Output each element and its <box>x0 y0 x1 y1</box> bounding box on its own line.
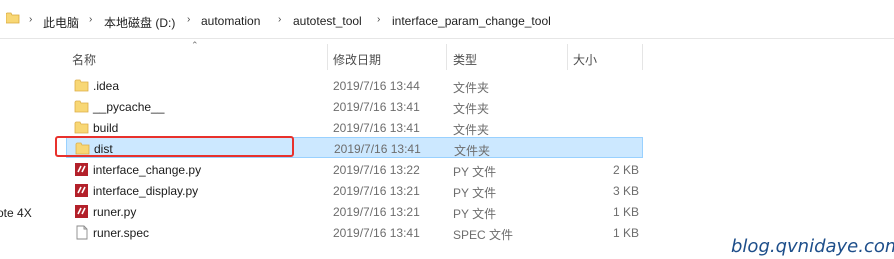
folder-icon <box>6 12 20 24</box>
address-bar[interactable]: › 此电脑 › 本地磁盘 (D:) › automation › autotes… <box>0 0 894 39</box>
file-name: build <box>93 121 119 135</box>
column-divider[interactable] <box>327 44 328 70</box>
file-size: 3 KB <box>612 184 639 198</box>
file-size: 1 KB <box>612 226 639 240</box>
file-size: 1 KB <box>612 205 639 219</box>
file-row[interactable]: runer.py 2019/7/16 13:21 PY 文件 1 KB <box>66 201 643 222</box>
column-divider[interactable] <box>642 44 643 70</box>
breadcrumb-separator[interactable]: › <box>89 14 92 25</box>
breadcrumb-drive-d[interactable]: 本地磁盘 (D:) <box>104 14 175 31</box>
column-header-type[interactable]: 类型 <box>453 51 477 68</box>
file-row[interactable]: runer.spec 2019/7/16 13:41 SPEC 文件 1 KB <box>66 222 643 243</box>
column-header: 名称 修改日期 类型 大小 <box>0 39 894 73</box>
file-date: 2019/7/16 13:44 <box>333 79 420 93</box>
file-row[interactable]: interface_change.py 2019/7/16 13:22 PY 文… <box>66 159 643 180</box>
file-name: __pycache__ <box>93 100 165 114</box>
breadcrumb-separator[interactable]: › <box>29 14 32 25</box>
folder-icon <box>74 79 89 92</box>
breadcrumb-separator[interactable]: › <box>278 14 281 25</box>
file-type: PY 文件 <box>453 207 497 221</box>
file-date: 2019/7/16 13:41 <box>333 226 420 240</box>
column-header-date[interactable]: 修改日期 <box>333 51 381 68</box>
file-type: PY 文件 <box>453 186 497 200</box>
file-row[interactable]: __pycache__ 2019/7/16 13:41 文件夹 <box>66 96 643 117</box>
generic-file-icon <box>76 225 88 240</box>
breadcrumb-current-folder[interactable]: interface_param_change_tool <box>392 14 551 28</box>
breadcrumb-autotest-tool[interactable]: autotest_tool <box>293 14 362 28</box>
column-header-name[interactable]: 名称 <box>72 51 96 68</box>
file-type: SPEC 文件 <box>453 228 514 242</box>
file-type: PY 文件 <box>453 165 497 179</box>
file-date: 2019/7/16 13:21 <box>333 184 420 198</box>
python-file-icon <box>75 163 88 176</box>
python-file-icon <box>75 184 88 197</box>
file-type: 文件夹 <box>454 144 491 158</box>
breadcrumb-automation[interactable]: automation <box>201 14 260 28</box>
file-type: 文件夹 <box>453 81 490 95</box>
breadcrumb-separator[interactable]: › <box>377 14 380 25</box>
breadcrumb-separator[interactable]: › <box>187 14 190 25</box>
file-type: 文件夹 <box>453 102 490 116</box>
sort-ascending-icon: ⌃ <box>191 40 199 50</box>
file-name: .idea <box>93 79 120 93</box>
folder-icon <box>74 100 89 113</box>
file-name: runer.py <box>93 205 137 219</box>
breadcrumb-this-pc[interactable]: 此电脑 <box>43 14 79 31</box>
file-date: 2019/7/16 13:21 <box>333 205 420 219</box>
file-row[interactable]: build 2019/7/16 13:41 文件夹 <box>66 117 643 138</box>
file-name: interface_display.py <box>93 184 199 198</box>
column-header-size[interactable]: 大小 <box>573 51 597 68</box>
folder-icon <box>74 121 89 134</box>
annotation-highlight-box <box>55 136 294 157</box>
file-date: 2019/7/16 13:41 <box>333 121 420 135</box>
file-type: 文件夹 <box>453 123 490 137</box>
file-date: 2019/7/16 13:41 <box>333 100 420 114</box>
file-name: interface_change.py <box>93 163 202 177</box>
navigation-pane-item[interactable]: ote 4X <box>0 206 32 220</box>
column-divider[interactable] <box>567 44 568 70</box>
file-size: 2 KB <box>612 163 639 177</box>
file-row[interactable]: .idea 2019/7/16 13:44 文件夹 <box>66 75 643 96</box>
file-name: runer.spec <box>93 226 150 240</box>
file-date: 2019/7/16 13:22 <box>333 163 420 177</box>
file-date: 2019/7/16 13:41 <box>334 142 421 156</box>
file-row[interactable]: interface_display.py 2019/7/16 13:21 PY … <box>66 180 643 201</box>
column-divider[interactable] <box>446 44 447 70</box>
python-file-icon <box>75 205 88 218</box>
watermark: blog.qvnidaye.com <box>731 236 894 257</box>
